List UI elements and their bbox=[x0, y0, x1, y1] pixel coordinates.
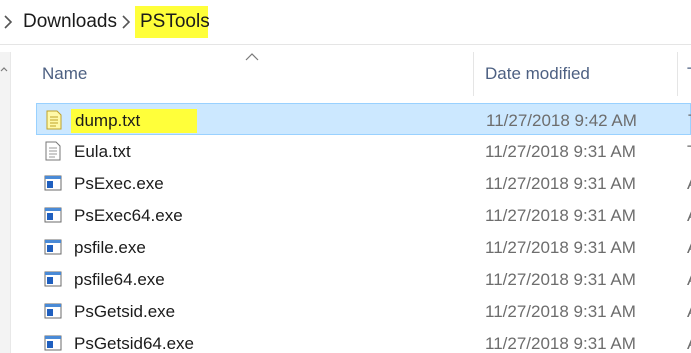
file-row[interactable]: Eula.txt 11/27/2018 9:31 AM T bbox=[36, 135, 691, 167]
pane-divider[interactable] bbox=[10, 52, 11, 353]
file-type: A bbox=[687, 333, 691, 353]
file-name[interactable]: PsExec64.exe bbox=[74, 205, 183, 227]
file-type: A bbox=[687, 237, 691, 259]
exe-file-icon bbox=[44, 207, 62, 223]
column-divider[interactable] bbox=[473, 52, 474, 96]
file-name[interactable]: psfile.exe bbox=[74, 237, 146, 259]
file-date-modified: 11/27/2018 9:31 AM bbox=[485, 174, 636, 193]
file-row[interactable]: PsExec.exe 11/27/2018 9:31 AM A bbox=[36, 167, 691, 199]
text-file-icon bbox=[45, 141, 61, 161]
file-type: A bbox=[687, 173, 691, 195]
column-divider[interactable] bbox=[677, 52, 678, 96]
file-name[interactable]: PsGetsid64.exe bbox=[74, 333, 194, 353]
text-file-icon bbox=[46, 110, 62, 130]
file-row[interactable]: dump.txt 11/27/2018 9:42 AM T bbox=[36, 103, 691, 135]
exe-file-icon bbox=[44, 239, 62, 255]
exe-file-icon bbox=[44, 175, 62, 191]
column-header-date-modified[interactable]: Date modified bbox=[485, 63, 590, 85]
file-name[interactable]: PsExec.exe bbox=[74, 173, 164, 195]
file-date-modified: 11/27/2018 9:42 AM bbox=[486, 111, 637, 130]
file-date-modified: 11/27/2018 9:31 AM bbox=[485, 238, 636, 257]
file-row[interactable]: PsGetsid64.exe 11/27/2018 9:31 AM A bbox=[36, 327, 691, 353]
breadcrumb: Downloads PSTools bbox=[0, 0, 691, 45]
navigation-pane-edge[interactable] bbox=[0, 52, 10, 353]
file-date-modified: 11/27/2018 9:31 AM bbox=[485, 206, 636, 225]
file-date-modified: 11/27/2018 9:31 AM bbox=[485, 302, 636, 321]
exe-file-icon bbox=[44, 303, 62, 319]
column-header-type[interactable]: T bbox=[687, 63, 691, 85]
file-type: A bbox=[687, 205, 691, 227]
sort-ascending-icon bbox=[245, 53, 259, 61]
column-header-name[interactable]: Name bbox=[42, 63, 87, 85]
file-row[interactable]: psfile.exe 11/27/2018 9:31 AM A bbox=[36, 231, 691, 263]
chevron-right-icon[interactable] bbox=[2, 13, 14, 31]
file-name[interactable]: PsGetsid.exe bbox=[74, 301, 175, 323]
file-date-modified: 11/27/2018 9:31 AM bbox=[485, 270, 636, 289]
file-row[interactable]: PsGetsid.exe 11/27/2018 9:31 AM A bbox=[36, 295, 691, 327]
file-name[interactable]: Eula.txt bbox=[74, 141, 131, 163]
file-name[interactable]: dump.txt bbox=[75, 110, 140, 132]
file-type: T bbox=[687, 141, 691, 163]
file-type: A bbox=[687, 301, 691, 323]
chevron-right-icon[interactable] bbox=[120, 13, 132, 31]
column-header-row: Name Date modified T bbox=[28, 52, 691, 96]
file-name[interactable]: psfile64.exe bbox=[74, 269, 165, 291]
file-type: A bbox=[687, 269, 691, 291]
breadcrumb-pstools[interactable]: PSTools bbox=[140, 10, 210, 34]
file-date-modified: 11/27/2018 9:31 AM bbox=[485, 142, 636, 161]
file-date-modified: 11/27/2018 9:31 AM bbox=[485, 334, 636, 353]
exe-file-icon bbox=[44, 335, 62, 351]
file-row[interactable]: PsExec64.exe 11/27/2018 9:31 AM A bbox=[36, 199, 691, 231]
exe-file-icon bbox=[44, 271, 62, 287]
scroll-arrow-icon[interactable] bbox=[0, 66, 8, 74]
breadcrumb-downloads[interactable]: Downloads bbox=[23, 10, 117, 34]
file-row[interactable]: psfile64.exe 11/27/2018 9:31 AM A bbox=[36, 263, 691, 295]
